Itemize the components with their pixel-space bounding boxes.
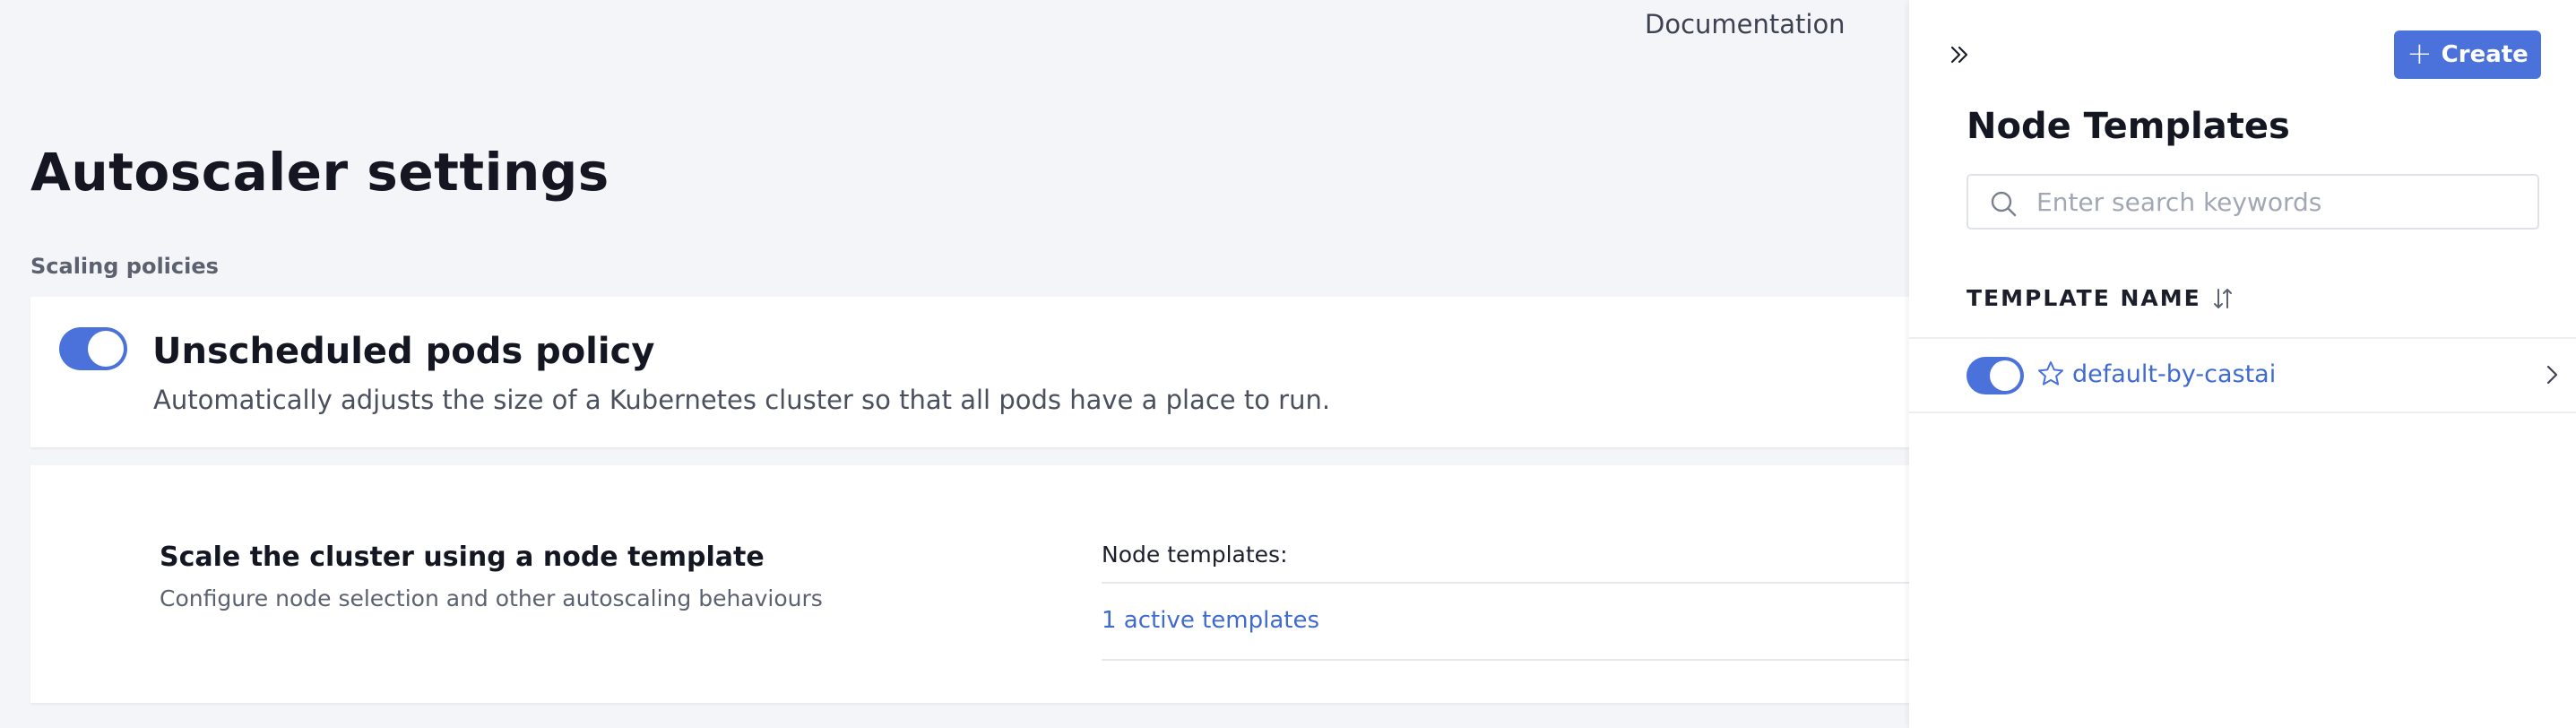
- template-toggle[interactable]: [1967, 357, 2024, 394]
- policy-toggle[interactable]: [59, 327, 127, 370]
- template-row[interactable]: default-by-castai: [1909, 339, 2576, 412]
- policy-title: Unscheduled pods policy: [152, 331, 655, 372]
- main-content: Documentation Autoscaler settings Scalin…: [0, 0, 1909, 728]
- toggle-knob: [88, 331, 124, 367]
- search-icon: [1991, 191, 2017, 217]
- double-chevron-right-icon: [1950, 46, 1968, 64]
- search-input[interactable]: [2036, 176, 2520, 228]
- chevron-right-icon[interactable]: [2542, 360, 2562, 389]
- active-templates-link[interactable]: 1 active templates: [1102, 607, 1319, 634]
- documentation-link[interactable]: Documentation: [1645, 9, 1846, 39]
- divider: [1909, 412, 2576, 413]
- node-templates-drawer: + Create Node Templates TEMPLATE NAME de…: [1909, 0, 2576, 728]
- node-template-card: Scale the cluster using a node template …: [30, 465, 1909, 703]
- drawer-title: Node Templates: [1967, 106, 2290, 147]
- search-box: [1967, 174, 2539, 230]
- template-name-column-header[interactable]: TEMPLATE NAME: [1967, 285, 2234, 311]
- divider: [1102, 659, 1909, 661]
- section-label: Scaling policies: [30, 254, 219, 279]
- node-template-section-description: Configure node selection and other autos…: [160, 585, 823, 611]
- node-template-section-title: Scale the cluster using a node template: [160, 542, 765, 573]
- node-templates-label: Node templates:: [1102, 542, 1288, 568]
- create-button-label: Create: [2441, 41, 2528, 68]
- divider: [1102, 582, 1909, 584]
- create-button[interactable]: + Create: [2394, 30, 2541, 79]
- toggle-knob: [1990, 360, 2020, 391]
- page-title: Autoscaler settings: [30, 142, 609, 203]
- collapse-drawer-button[interactable]: [1945, 39, 1975, 70]
- plus-icon: +: [2407, 35, 2433, 72]
- sort-icon[interactable]: [2212, 286, 2234, 311]
- unscheduled-pods-policy-card: Unscheduled pods policy Automatically ad…: [30, 297, 1909, 447]
- column-header-label: TEMPLATE NAME: [1967, 285, 2201, 311]
- star-icon[interactable]: [2036, 360, 2065, 388]
- policy-description: Automatically adjusts the size of a Kube…: [153, 385, 1331, 415]
- template-name-link[interactable]: default-by-castai: [2072, 360, 2276, 388]
